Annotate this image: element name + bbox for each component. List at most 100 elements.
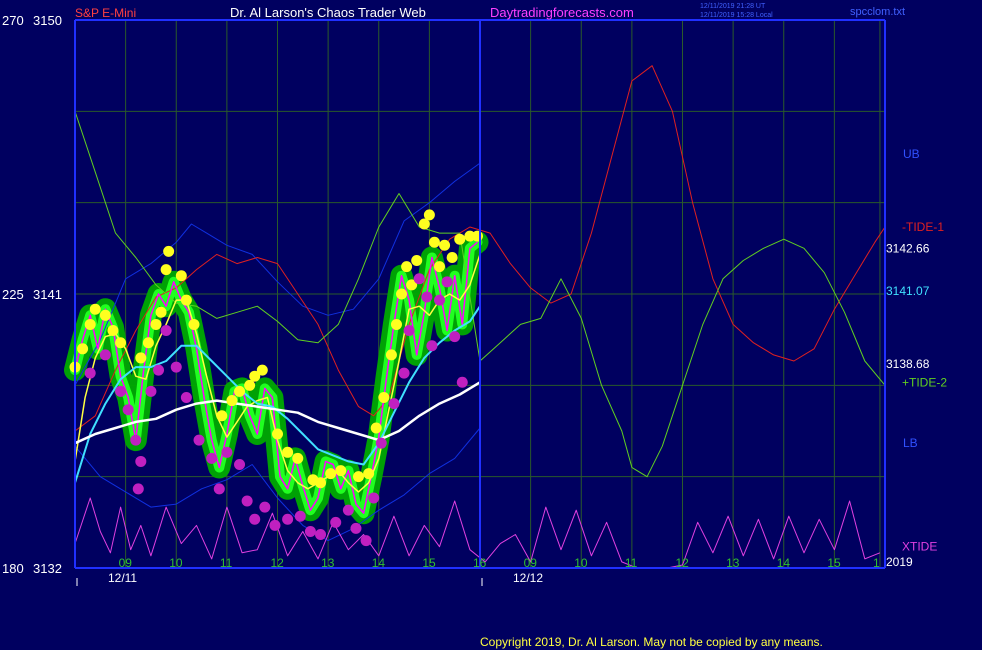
magenta-low-marker-40 (456, 376, 468, 388)
magenta-low-marker-2 (115, 385, 127, 397)
yellow-high-marker-32 (378, 392, 390, 404)
hour-tick-label-6: 15 (422, 556, 436, 570)
hour-tick-label-2: 11 (220, 556, 233, 570)
hour-tick-label-8: 09 (524, 556, 538, 570)
yellow-high-marker-2 (84, 318, 96, 330)
magenta-low-marker-6 (132, 483, 144, 495)
yellow-high-marker-43 (439, 239, 451, 251)
magenta-low-marker-1 (99, 349, 111, 361)
chaos-trader-chart: 270 3150 225 3141 180 3132 UB -TIDE-1 3142.66 314… (0, 0, 982, 650)
yellow-high-marker-28 (335, 465, 347, 477)
yellow-high-marker-42 (434, 261, 445, 273)
magenta-low-marker-10 (170, 361, 182, 373)
magenta-low-marker-25 (330, 516, 342, 528)
magenta-low-marker-7 (145, 385, 157, 397)
right-label-5: +TIDE-2 (902, 375, 947, 389)
yellow-high-marker-22 (272, 428, 283, 440)
yellow-high-marker-15 (188, 318, 200, 330)
yellow-high-marker-30 (363, 468, 375, 480)
ut-timestamp: 12/11/2019 21:28 UT (700, 3, 766, 10)
magenta-low-marker-15 (221, 446, 233, 458)
yellow-high-marker-41 (428, 236, 440, 248)
yellow-high-marker-24 (292, 452, 304, 464)
left-axis-label-0: 270 (2, 13, 24, 28)
magenta-low-marker-23 (304, 525, 316, 537)
yellow-high-marker-9 (150, 318, 162, 330)
yellow-high-marker-5 (107, 325, 119, 337)
copyright-notice: Copyright 2019, Dr. Al Larson. May not b… (480, 635, 823, 649)
magenta-low-marker-37 (434, 294, 445, 306)
hour-tick-label-1: 10 (169, 556, 183, 570)
yellow-high-marker-29 (353, 471, 364, 483)
magenta-low-marker-19 (259, 501, 271, 513)
yellow-high-marker-7 (135, 352, 147, 364)
magenta-low-marker-18 (249, 513, 261, 525)
right-label-1: -TIDE-1 (902, 220, 944, 234)
hour-tick-label-13: 14 (777, 556, 791, 570)
magenta-low-marker-3 (122, 404, 134, 416)
right-label-4: 3138.68 (886, 357, 930, 371)
magenta-low-marker-31 (388, 398, 400, 410)
right-label-3: 3141.07 (886, 284, 930, 298)
magenta-low-marker-34 (413, 273, 425, 285)
yellow-high-marker-36 (401, 261, 413, 273)
hour-tick-label-9: 10 (574, 556, 588, 570)
right-label-2: 3142.66 (886, 241, 930, 255)
magenta-low-marker-0 (84, 367, 96, 379)
yellow-high-marker-47 (471, 230, 483, 242)
yellow-high-marker-12 (163, 245, 175, 257)
yellow-high-marker-23 (282, 446, 294, 458)
hour-tick-label-0: 09 (119, 556, 133, 570)
yellow-high-marker-1 (77, 343, 89, 355)
date-label-1: 12/12 (513, 571, 543, 585)
yellow-high-marker-35 (396, 288, 408, 300)
date-label-0: 12/11 (108, 571, 137, 585)
data-file-label: spcclom.txt (850, 6, 905, 18)
magenta-low-marker-12 (193, 434, 205, 446)
magenta-low-marker-13 (206, 452, 218, 464)
magenta-low-marker-11 (180, 392, 192, 404)
hour-tick-label-11: 12 (676, 556, 690, 570)
hour-tick-label-10: 11 (625, 556, 638, 570)
magenta-low-marker-38 (441, 276, 453, 288)
site-link[interactable]: Daytradingforecasts.com (490, 5, 634, 20)
magenta-low-marker-8 (153, 364, 165, 376)
right-label-7: XTIDE (902, 540, 937, 554)
magenta-low-marker-16 (234, 458, 246, 470)
yellow-high-marker-38 (411, 255, 423, 267)
chart-title: Dr. Al Larson's Chaos Trader Web (230, 5, 426, 20)
magenta-low-marker-30 (375, 437, 387, 449)
magenta-low-marker-35 (421, 291, 433, 303)
yellow-high-marker-21 (256, 364, 268, 376)
left-axis-price-1: 3141 (33, 287, 62, 302)
hour-tick-label-15: 1 (873, 556, 880, 570)
yellow-high-marker-4 (99, 309, 111, 321)
hour-tick-label-7: 16 (473, 556, 487, 570)
yellow-high-marker-13 (175, 270, 187, 282)
magenta-low-marker-28 (360, 535, 372, 547)
magenta-low-marker-29 (368, 492, 380, 504)
magenta-low-marker-27 (350, 522, 362, 534)
yellow-high-marker-16 (216, 410, 228, 422)
hour-tick-label-4: 13 (321, 556, 335, 570)
hour-tick-label-12: 13 (726, 556, 740, 570)
yellow-high-marker-10 (155, 306, 167, 318)
magenta-low-marker-20 (269, 519, 281, 531)
magenta-low-marker-33 (403, 325, 415, 337)
yellow-high-marker-3 (89, 303, 101, 315)
local-timestamp: 12/11/2019 15:28 Local (700, 12, 773, 19)
yellow-high-marker-33 (385, 349, 397, 361)
magenta-low-marker-9 (160, 325, 172, 337)
magenta-low-marker-14 (213, 483, 225, 495)
right-label-0: UB (903, 147, 920, 161)
yellow-high-marker-14 (180, 294, 192, 306)
yellow-high-marker-44 (446, 251, 458, 263)
yellow-high-marker-8 (142, 337, 154, 349)
magenta-low-marker-22 (294, 510, 306, 522)
left-axis-label-1: 225 (2, 287, 24, 302)
magenta-low-marker-21 (282, 513, 294, 525)
left-axis-label-2: 180 (2, 561, 24, 576)
magenta-low-marker-39 (449, 331, 461, 343)
right-label-8: 2019 (886, 555, 913, 569)
magenta-low-marker-5 (135, 455, 147, 467)
